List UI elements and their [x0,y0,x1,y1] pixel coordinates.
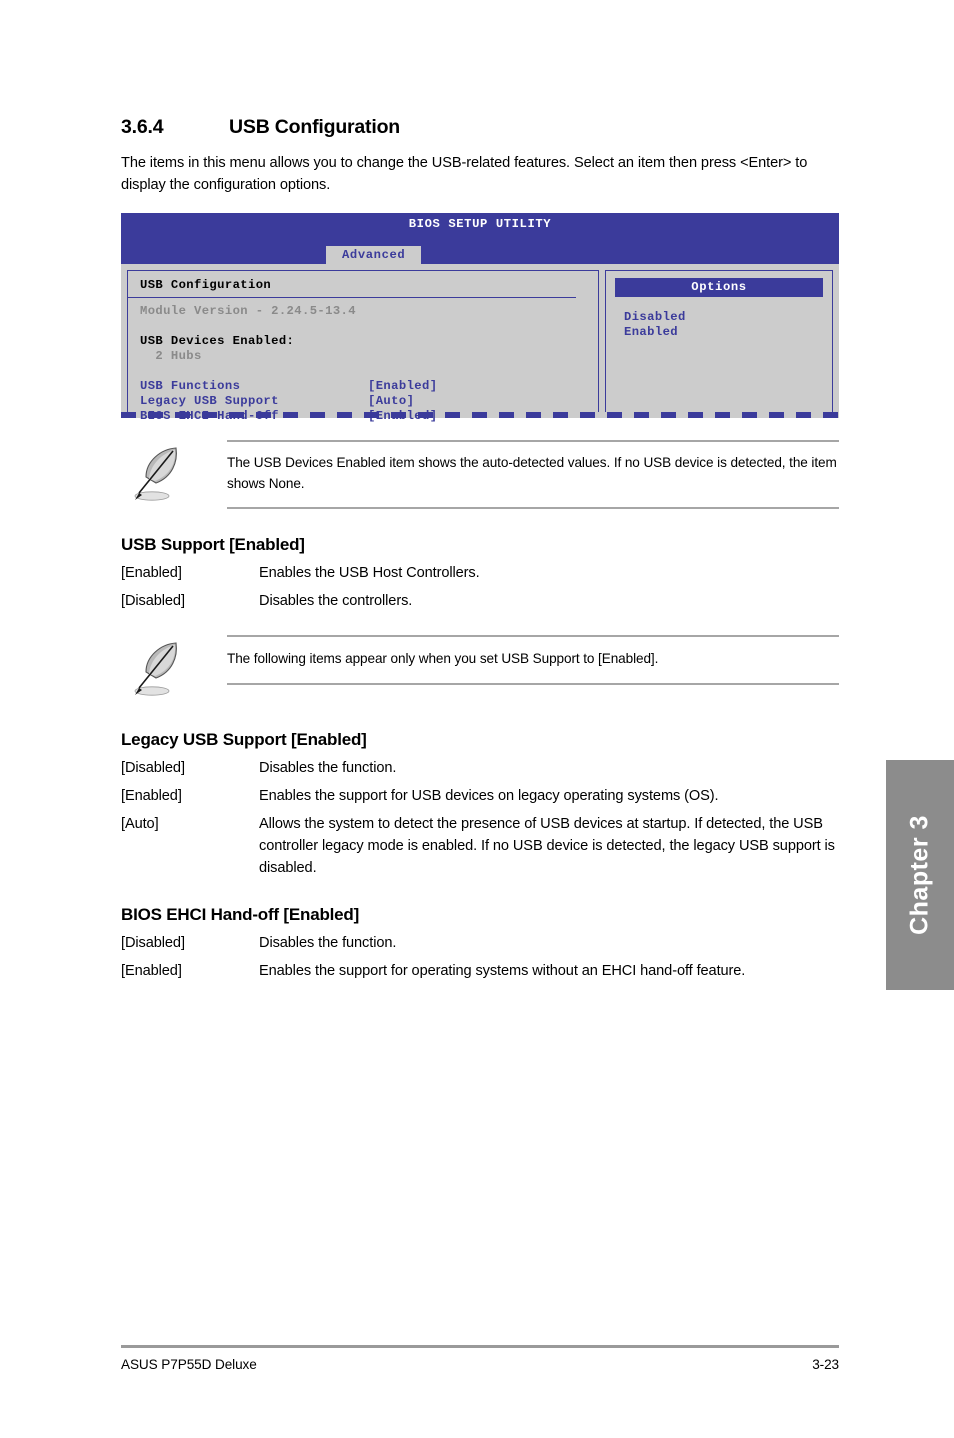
bios-title: BIOS SETUP UTILITY [408,217,552,232]
usb-devices-enabled-value: 2 Hubs [140,349,202,364]
footer-divider [121,1345,839,1348]
tab-advanced[interactable]: Advanced [326,246,422,266]
description: Enables the support for USB devices on l… [259,787,719,804]
panel-divider [128,297,576,299]
footer-row: ASUS P7P55D Deluxe 3-23 [121,1357,839,1372]
quill-pen-icon [121,635,227,704]
section-number: 3.6.4 [121,116,164,138]
note-block-1: The USB Devices Enabled item shows the a… [121,440,839,509]
legacy-row-auto: [Auto] Allows the system to detect the p… [121,814,839,880]
term: [Enabled] [121,963,182,980]
bios-ehci-handoff-heading: BIOS EHCI Hand-off [Enabled] [121,905,360,925]
bios-item-value: [Auto] [368,394,415,409]
bios-item-bios-ehci-hand-off[interactable]: BIOS EHCI Hand-Off [Enabled] [140,409,598,424]
options-panel-heading: Options [615,278,823,298]
usb-support-heading: USB Support [Enabled] [121,535,305,555]
options-list: Disabled Enabled [606,297,832,340]
section-heading: 3.6.4 USB Configuration [121,116,839,139]
bios-item-value: [Enabled] [368,379,438,394]
bios-body: USB Configuration Module Version - 2.24.… [121,264,839,423]
bios-tab-bar: Advanced [121,245,839,266]
usb-support-row-enabled: [Enabled] Enables the USB Host Controlle… [121,563,839,585]
ehci-row-enabled: [Enabled] Enables the support for operat… [121,961,839,983]
bios-setup-screenshot: BIOS SETUP UTILITY Advanced USB Configur… [121,213,839,423]
ehci-row-disabled: [Disabled] Disables the function. [121,933,839,955]
bios-item-label: USB Functions [140,379,241,394]
legacy-row-enabled: [Enabled] Enables the support for USB de… [121,786,839,808]
bios-item-legacy-usb-support[interactable]: Legacy USB Support [Auto] [140,394,598,409]
usb-configuration-heading: USB Configuration [140,278,272,293]
term: [Disabled] [121,593,185,610]
legacy-row-disabled: [Disabled] Disables the function. [121,758,839,780]
quill-pen-icon [121,440,227,509]
description: Allows the system to detect the presence… [259,815,835,876]
bios-item-usb-functions[interactable]: USB Functions [Enabled] [140,379,598,394]
bios-title-bar: BIOS SETUP UTILITY [121,213,839,246]
term: [Enabled] [121,565,182,582]
section-intro: The items in this menu allows you to cha… [121,155,808,193]
footer-page-number: 3-23 [812,1357,839,1372]
bios-item-label: BIOS EHCI Hand-Off [140,409,279,424]
module-version: Module Version - 2.24.5-13.4 [140,304,356,319]
chapter-tab: Chapter 3 [886,760,954,990]
page-footer: ASUS P7P55D Deluxe 3-23 [121,1345,839,1372]
term: [Disabled] [121,935,185,952]
description: Enables the USB Host Controllers. [259,565,480,582]
description: Enables the support for operating system… [259,963,746,980]
page-content: 3.6.4 USB Configuration The items in thi… [121,0,839,989]
note-block-2: The following items appear only when you… [121,634,839,704]
term: [Enabled] [121,787,182,804]
footer-product-name: ASUS P7P55D Deluxe [121,1357,257,1372]
usb-devices-enabled-label: USB Devices Enabled: [140,334,295,349]
description: Disables the controllers. [259,593,413,610]
chapter-tab-label: Chapter 3 [905,815,934,935]
quill-pen-icon-svg [134,642,177,696]
note-text-1: The USB Devices Enabled item shows the a… [227,440,839,509]
bios-item-value: [Enabled] [368,409,438,424]
description: Disables the function. [259,759,397,776]
term: [Disabled] [121,759,185,776]
bios-item-label: Legacy USB Support [140,394,279,409]
term: [Auto] [121,815,159,832]
note-text-2: The following items appear only when you… [227,634,839,685]
quill-pen-icon-svg [134,447,177,501]
bios-options-panel: Options Disabled Enabled [605,270,833,413]
legacy-usb-support-heading: Legacy USB Support [Enabled] [121,729,367,749]
bios-left-panel: USB Configuration Module Version - 2.24.… [127,270,599,423]
usb-support-row-disabled: [Disabled] Disables the controllers. [121,591,839,613]
option-disabled[interactable]: Disabled [624,310,832,325]
section-title: USB Configuration [229,116,400,138]
option-enabled[interactable]: Enabled [624,325,832,340]
description: Disables the function. [259,935,397,952]
